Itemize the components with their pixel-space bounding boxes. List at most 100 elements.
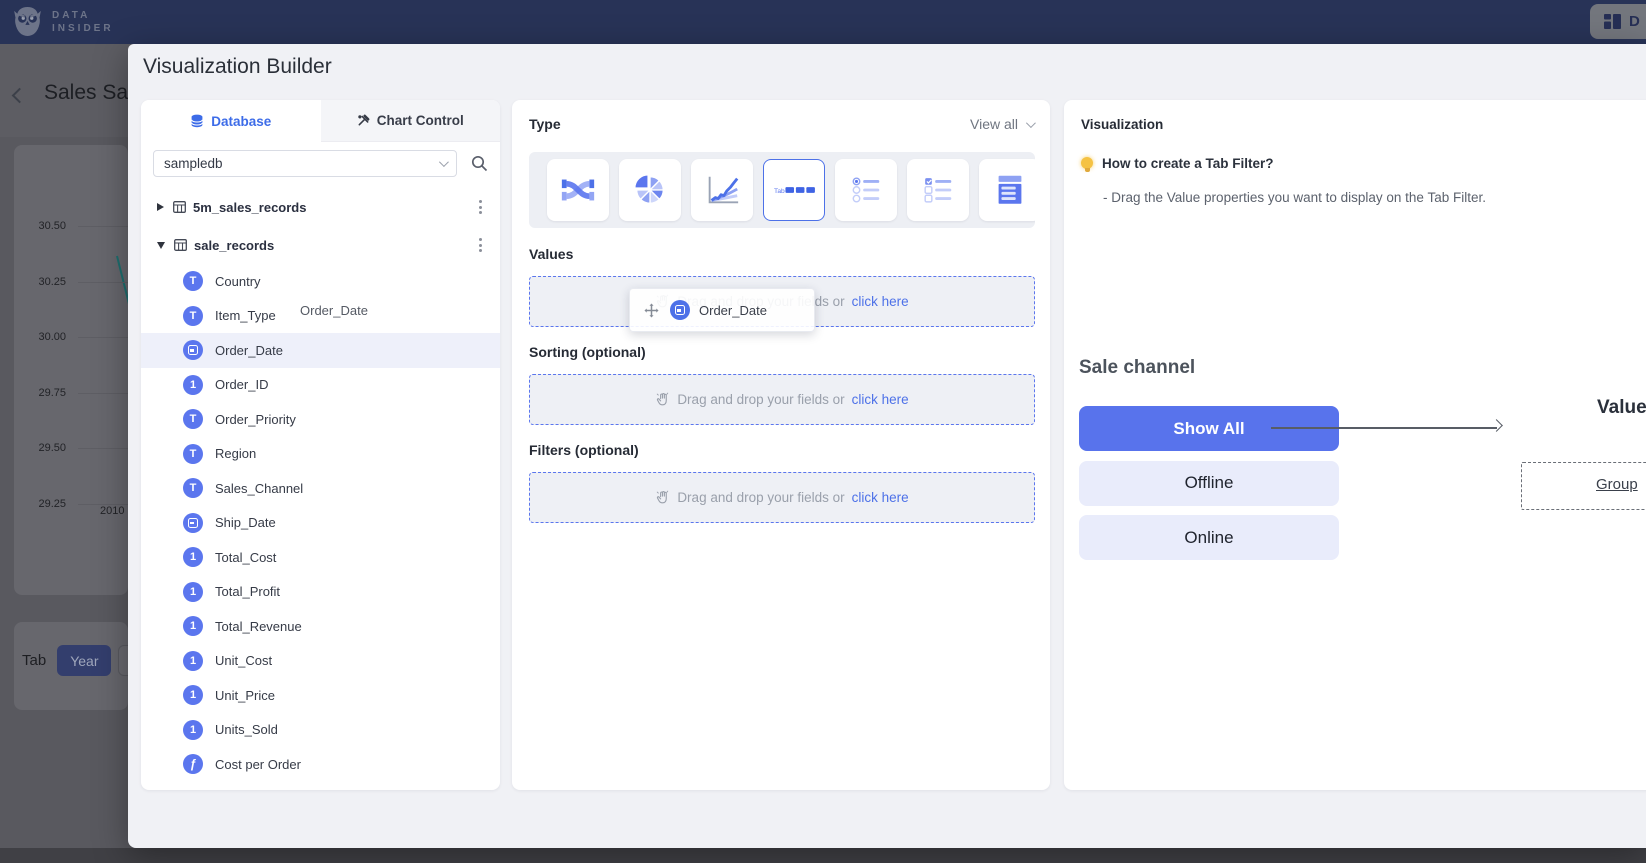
text-field-icon: T: [183, 444, 203, 464]
preview-tab-button-offline[interactable]: Offline: [1079, 461, 1339, 506]
field-row-region[interactable]: T Region: [141, 437, 500, 472]
field-label: Total_Revenue: [215, 619, 302, 634]
chart-type-pie[interactable]: [619, 159, 681, 221]
tab-database-label: Database: [211, 114, 271, 129]
drag-hand-icon: [655, 490, 670, 505]
chevron-down-icon: [1026, 118, 1036, 128]
chart-gridline: [78, 448, 130, 449]
text-field-icon: T: [183, 478, 203, 498]
number-field-icon: 1: [183, 375, 203, 395]
field-row-total-profit[interactable]: 1 Total_Profit: [141, 575, 500, 610]
field-row-unit-price[interactable]: 1 Unit_Price: [141, 678, 500, 713]
panel-tabs: Database Chart Control: [141, 100, 500, 142]
field-row-total-revenue[interactable]: 1 Total_Revenue: [141, 609, 500, 644]
field-label: Total_Profit: [215, 584, 280, 599]
background-line-chart: 2010 30.5030.2530.0029.7529.5029.25: [14, 145, 128, 595]
field-row-unit-cost[interactable]: 1Unit_Cost: [141, 644, 500, 679]
annotation-arrow-head: [1490, 419, 1503, 432]
field-row-order-date[interactable]: Order_Date: [141, 333, 500, 368]
dashboard-nav-button[interactable]: D: [1590, 4, 1646, 39]
table-icon: [174, 239, 187, 251]
chart-type-dropdown[interactable]: [979, 159, 1035, 221]
caret-down-icon[interactable]: [157, 242, 165, 249]
brand-logo[interactable]: DATA INSIDER: [12, 5, 114, 38]
text-field-icon: T: [183, 271, 203, 291]
annotation-title: Value: [1597, 397, 1646, 419]
tab-filter-label: Tab: [22, 652, 46, 669]
number-field-icon: 1: [183, 685, 203, 705]
sorting-label: Sorting (optional): [529, 344, 646, 360]
bg-tab-option-year[interactable]: Year: [57, 645, 111, 676]
lightbulb-icon: [1081, 157, 1093, 169]
schema-tree: 5m_sales_records sale_records TCountryTI…: [141, 188, 500, 782]
field-row-country[interactable]: T Country: [141, 264, 500, 299]
date-field-icon: [183, 340, 203, 360]
field-label: Total_Cost: [215, 550, 276, 565]
chart-y-tick: 29.25: [6, 498, 66, 510]
dropzone-click-here-link[interactable]: click here: [852, 392, 909, 407]
chart-type-tab-filter-selected[interactable]: Tab: [763, 159, 825, 221]
field-row-ship-date[interactable]: Ship_Date: [141, 506, 500, 541]
sorting-dropzone[interactable]: Drag and drop your fields or click here: [529, 374, 1035, 425]
chart-y-tick: 30.50: [6, 220, 66, 232]
caret-right-icon[interactable]: [157, 203, 164, 211]
field-row-order-priority[interactable]: TOrder_Priority: [141, 402, 500, 437]
field-label: Unit_Cost: [215, 653, 272, 668]
page-title: Sales Sa: [44, 81, 128, 105]
chart-y-tick: 30.25: [6, 276, 66, 288]
tab-chart-control-label: Chart Control: [377, 113, 464, 128]
tab-database[interactable]: Database: [141, 100, 321, 142]
chart-type-line[interactable]: [691, 159, 753, 221]
filters-dropzone[interactable]: Drag and drop your fields or click here: [529, 472, 1035, 523]
view-all-button[interactable]: View all: [970, 116, 1033, 132]
tip-body: - Drag the Value properties you want to …: [1103, 190, 1486, 205]
field-row-units-sold[interactable]: 1Units_Sold: [141, 713, 500, 748]
number-field-icon: 1: [183, 616, 203, 636]
annotation-box-label: Group: [1596, 476, 1638, 493]
tools-icon: [357, 114, 370, 127]
kebab-menu-icon[interactable]: [479, 238, 482, 252]
tab-chart-control[interactable]: Chart Control: [321, 100, 501, 142]
tree-table-sale-records[interactable]: sale_records: [141, 226, 500, 264]
field-row-cost-per-order[interactable]: ƒCost per Order: [141, 747, 500, 782]
field-label: Unit_Price: [215, 688, 275, 703]
tip-title: How to create a Tab Filter?: [1102, 156, 1274, 171]
background-tab-filter-card: Tab YearQu: [14, 622, 128, 710]
dropzone-text: Drag and drop your fields or: [677, 392, 844, 407]
annotation-arrow: [1271, 427, 1497, 429]
modal-title: Visualization Builder: [143, 55, 332, 79]
field-label: Region: [215, 446, 256, 461]
drag-chip-label: Order_Date: [699, 303, 767, 318]
drag-hand-icon: [655, 392, 670, 407]
dropzone-text: Drag and drop your fields or: [677, 490, 844, 505]
chart-x-tick: 2010: [100, 505, 124, 517]
field-label: Country: [215, 274, 261, 289]
search-icon[interactable]: [471, 155, 488, 172]
top-navbar: DATA INSIDER D: [0, 0, 1646, 44]
table-name: sale_records: [194, 238, 274, 253]
values-dropzone[interactable]: Drag and drop your fields or click here …: [529, 276, 1035, 327]
chart-y-tick: 30.00: [6, 331, 66, 343]
dropzone-click-here-link[interactable]: click here: [852, 490, 909, 505]
text-field-icon: T: [183, 409, 203, 429]
field-row-total-cost[interactable]: 1 Total_Cost: [141, 540, 500, 575]
dropzone-click-here-link[interactable]: click here: [852, 294, 909, 309]
tree-table-5m-sales-records[interactable]: 5m_sales_records: [141, 188, 500, 226]
chart-type-sankey[interactable]: [547, 159, 609, 221]
chart-type-radio-list[interactable]: [835, 159, 897, 221]
chart-type-checkbox-list[interactable]: [907, 159, 969, 221]
field-row-order-id[interactable]: 1Order_ID: [141, 368, 500, 403]
database-select[interactable]: sampledb: [153, 150, 457, 177]
owl-logo-icon: [12, 5, 43, 38]
visualization-header: Visualization: [1081, 117, 1163, 132]
drag-ghost-label: Order_Date: [300, 303, 368, 318]
field-row-sales-channel[interactable]: TSales_Channel: [141, 471, 500, 506]
number-field-icon: 1: [183, 547, 203, 567]
dashboard-button-label: D: [1629, 13, 1640, 30]
number-field-icon: 1: [183, 582, 203, 602]
kebab-menu-icon[interactable]: [479, 200, 482, 214]
page-bottom-edge: [0, 848, 1646, 863]
drag-chip-order-date[interactable]: Order_Date: [629, 288, 815, 332]
preview-tab-button-show-all[interactable]: Show All: [1079, 406, 1339, 451]
preview-tab-button-online[interactable]: Online: [1079, 515, 1339, 560]
